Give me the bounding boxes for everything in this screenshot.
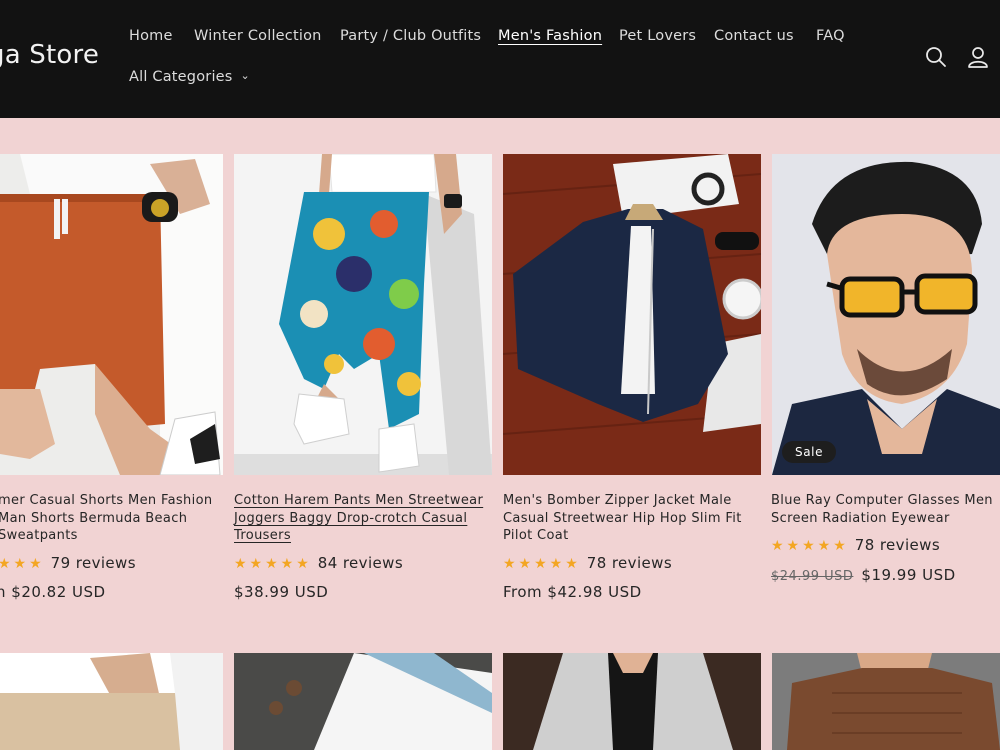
chevron-down-icon: ⌄ (240, 69, 250, 82)
nav-mens-fashion[interactable]: Men's Fashion (498, 28, 602, 44)
search-icon[interactable] (925, 46, 947, 68)
product-price: From $42.98 USD (503, 583, 642, 601)
product-image[interactable] (503, 154, 761, 475)
product-rating: ★★★★★ 84 reviews (234, 554, 403, 572)
store-logo[interactable]: ga Store (0, 40, 99, 70)
star-rating-icon: ★★★ (0, 556, 45, 572)
product-rating: ★★★ 79 reviews (0, 554, 136, 572)
product-image[interactable] (0, 154, 223, 475)
review-count: 78 reviews (586, 554, 673, 572)
product-title[interactable]: mer Casual Shorts Men Fashion Man Shorts… (0, 492, 218, 545)
product-rating: ★★★★★ 78 reviews (503, 554, 672, 572)
product-image[interactable] (503, 653, 761, 750)
nav-party-club-outfits[interactable]: Party / Club Outfits (340, 28, 481, 44)
review-count: 79 reviews (50, 554, 136, 572)
site-header: ga Store Home Winter Collection Party / … (0, 0, 1000, 118)
account-icon[interactable] (967, 46, 989, 68)
nav-home[interactable]: Home (129, 28, 173, 44)
product-price: $38.99 USD (234, 583, 329, 601)
nav-contact-us[interactable]: Contact us (714, 28, 794, 44)
product-title[interactable]: Blue Ray Computer Glasses Men Screen Rad… (771, 492, 1000, 527)
nav-winter-collection[interactable]: Winter Collection (194, 28, 322, 44)
product-image[interactable] (234, 653, 492, 750)
star-rating-icon: ★★★★★ (503, 556, 581, 572)
sale-badge: Sale (782, 441, 837, 463)
nav-all-categories[interactable]: All Categories ⌄ (129, 69, 250, 85)
product-image[interactable] (772, 653, 1000, 750)
product-title[interactable]: Cotton Harem Pants Men Streetwear Jogger… (234, 492, 492, 545)
product-image[interactable] (0, 653, 223, 750)
product-image[interactable] (772, 154, 1000, 475)
product-rating: ★★★★★ 78 reviews (771, 536, 940, 554)
product-price: n $20.82 USD (0, 583, 106, 601)
star-rating-icon: ★★★★★ (771, 538, 849, 554)
compare-at-price: $24.99 USD (771, 569, 854, 584)
star-rating-icon: ★★★★★ (234, 556, 312, 572)
sale-price: $19.99 USD (861, 566, 956, 584)
product-title-text: Cotton Harem Pants Men Streetwear Jogger… (234, 493, 484, 543)
nav-faq[interactable]: FAQ (816, 28, 845, 44)
nav-all-categories-label: All Categories (129, 69, 233, 85)
review-count: 78 reviews (854, 536, 941, 554)
product-image[interactable] (234, 154, 492, 475)
product-title[interactable]: Men's Bomber Zipper Jacket Male Casual S… (503, 492, 761, 545)
nav-pet-lovers[interactable]: Pet Lovers (619, 28, 696, 44)
product-price: $24.99 USD $19.99 USD (771, 566, 956, 584)
review-count: 84 reviews (317, 554, 404, 572)
